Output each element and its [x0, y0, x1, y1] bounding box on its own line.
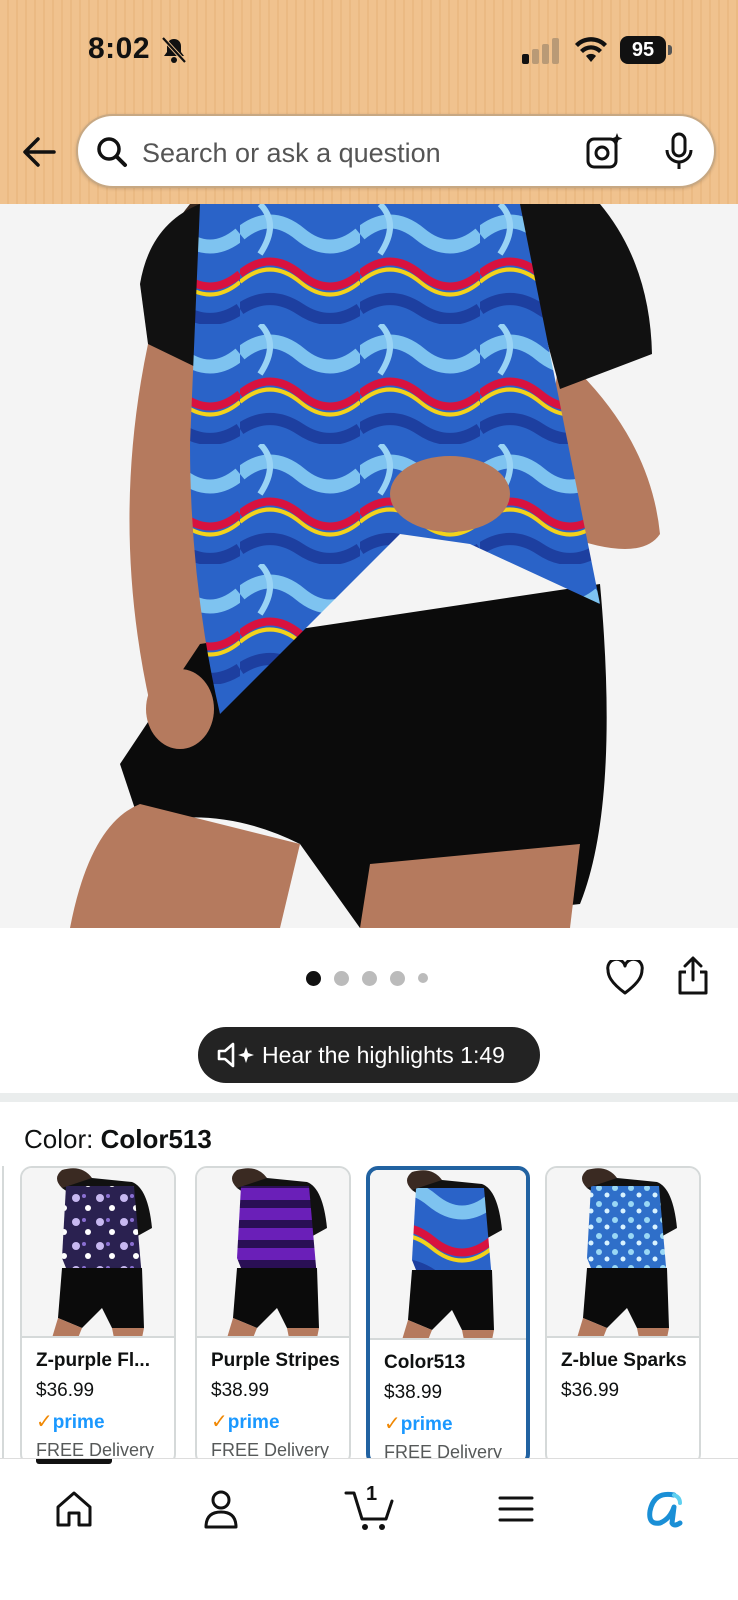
bell-muted-icon — [161, 36, 187, 64]
color-swatch-purple-stripes[interactable]: Purple Stripes $38.99 ✓prime FREE Delive… — [195, 1166, 351, 1466]
prime-badge: ✓prime — [384, 1413, 453, 1435]
swatch-image — [370, 1170, 526, 1340]
back-arrow-icon[interactable] — [20, 132, 58, 172]
speaker-sparkle-icon — [217, 1042, 254, 1068]
heart-icon[interactable] — [606, 960, 644, 996]
image-pagination-dots[interactable] — [306, 970, 428, 986]
color-label-prefix: Color: — [24, 1124, 101, 1154]
product-photo — [0, 204, 738, 928]
color-swatch-color513-selected[interactable]: Color513 $38.99 ✓prime FREE Delivery — [366, 1166, 530, 1466]
search-input[interactable]: Search or ask a question — [142, 138, 441, 169]
prime-badge: ✓prime — [36, 1411, 105, 1433]
battery-level: 95 — [620, 36, 666, 64]
swatch-name: Z-purple Fl... — [36, 1350, 150, 1371]
color-swatch-carousel[interactable]: Z-purple Fl... $36.99 ✓prime FREE Delive… — [0, 1166, 738, 1466]
color-label: Color: Color513 — [24, 1124, 212, 1155]
pagination-dot-2[interactable] — [334, 970, 349, 986]
swatch-name: Z-blue Sparks — [561, 1350, 687, 1371]
swatch-price: $38.99 — [211, 1380, 270, 1401]
menu-icon[interactable] — [492, 1485, 540, 1533]
pagination-dot-5[interactable] — [418, 973, 428, 983]
color-swatch-z-purple-floral[interactable]: Z-purple Fl... $36.99 ✓prime FREE Delive… — [20, 1166, 176, 1466]
swatch-image — [547, 1168, 699, 1338]
home-icon[interactable] — [50, 1485, 98, 1533]
search-bar[interactable]: Search or ask a question — [76, 114, 716, 188]
section-divider — [0, 1093, 738, 1102]
share-icon[interactable] — [676, 956, 710, 996]
swatch-price: $38.99 — [384, 1382, 443, 1403]
swatch-price: $36.99 — [36, 1380, 95, 1401]
pagination-dot-4[interactable] — [390, 970, 405, 986]
hear-highlights-label: Hear the highlights 1:49 — [262, 1041, 505, 1068]
hear-highlights-button[interactable]: Hear the highlights 1:49 — [198, 1027, 540, 1083]
prime-check-icon: ✓ — [211, 1411, 228, 1433]
active-tab-indicator — [36, 1459, 112, 1464]
account-icon[interactable] — [197, 1485, 245, 1533]
color-swatch-z-blue-sparks[interactable]: Z-blue Sparks $36.99 — [545, 1166, 701, 1466]
cart-button[interactable]: 1 — [344, 1483, 396, 1533]
cart-count: 1 — [366, 1483, 378, 1505]
rufus-icon[interactable] — [640, 1485, 688, 1533]
selected-color-name: Color513 — [100, 1124, 212, 1154]
battery-icon: 95 — [620, 36, 672, 64]
camera-lens-icon[interactable] — [586, 132, 624, 170]
status-time: 8:02 — [88, 32, 151, 65]
cellular-signal-icon — [522, 38, 559, 64]
pagination-dot-3[interactable] — [362, 970, 377, 986]
prime-check-icon: ✓ — [384, 1413, 401, 1435]
pagination-dot-1[interactable] — [306, 970, 321, 986]
swatch-image — [22, 1168, 174, 1338]
bottom-navigation: 1 — [0, 1458, 738, 1600]
prime-badge: ✓prime — [211, 1411, 280, 1433]
previous-swatch-edge[interactable] — [0, 1166, 4, 1466]
swatch-image — [197, 1168, 349, 1338]
swatch-name: Color513 — [384, 1352, 466, 1373]
swatch-price: $36.99 — [561, 1380, 620, 1401]
top-header: 8:02 95 Search or ask a question — [0, 0, 738, 204]
wifi-icon — [575, 37, 607, 62]
product-image[interactable] — [0, 204, 738, 928]
prime-check-icon: ✓ — [36, 1411, 53, 1433]
search-icon — [97, 137, 127, 167]
microphone-icon[interactable] — [664, 132, 694, 172]
swatch-name: Purple Stripes — [211, 1350, 340, 1371]
